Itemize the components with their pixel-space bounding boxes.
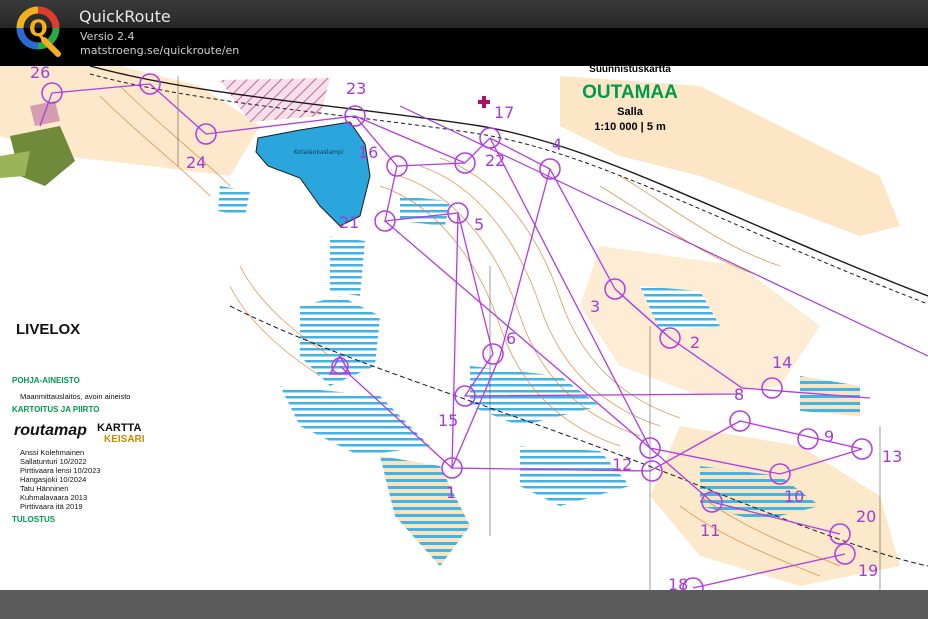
legend-credit: Sallatunturi 10/2022 [20, 457, 87, 466]
routamap-logo: routamap [14, 422, 87, 439]
app-version: Versio 2.4 [80, 30, 135, 43]
control-number: 5 [474, 215, 484, 234]
marsh-11 [330, 236, 365, 296]
control-number: 1 [446, 483, 456, 502]
control-number: 21 [339, 213, 359, 232]
control-number: 2 [690, 333, 700, 352]
legend-credit: Anssi Kolehmainen [20, 448, 85, 457]
map-scale: 1:10 000 | 5 m [594, 121, 666, 133]
legend-mapping-heading: KARTOITUS JA PIIRTO [12, 405, 100, 414]
marsh-8 [218, 186, 250, 216]
legend-base-heading: POHJA-AINEISTO [12, 376, 80, 385]
title-bar: Q QuickRoute Versio 2.4 matstroeng.se/qu… [0, 0, 928, 66]
map-canvas: 26 24 23 16 22 17 4 21 5 3 2 6 15 14 8 9… [0, 66, 928, 590]
control-number: 9 [824, 427, 834, 446]
control-number: 14 [772, 353, 792, 372]
control-number: 26 [30, 66, 50, 82]
control-number: 4 [552, 135, 562, 154]
app-title: QuickRoute [79, 7, 171, 26]
control-number: 24 [186, 153, 206, 172]
bottom-bar [0, 590, 928, 619]
control-number: 12 [612, 455, 632, 474]
control-number: 13 [882, 447, 902, 466]
control-number: 23 [346, 79, 366, 98]
map-title: OUTAMAA [582, 82, 678, 103]
control-number: 22 [485, 151, 505, 170]
legend-base-text: Maanmittauslaitos, avoin aineisto [20, 392, 131, 401]
control-number: 19 [858, 561, 878, 580]
control-number: 17 [494, 103, 514, 122]
legend-credit: Tatu Hänninen [20, 484, 69, 493]
app-url[interactable]: matstroeng.se/quickroute/en [80, 44, 239, 57]
lake-label: Kotalankaslampi [294, 149, 344, 156]
orienteering-map[interactable]: 26 24 23 16 22 17 4 21 5 3 2 6 15 14 8 9… [0, 66, 928, 590]
keisari-logo: KEISARI [104, 434, 145, 445]
map-area-name: Salla [617, 106, 643, 118]
legend-print-heading: TULOSTUS [12, 515, 56, 524]
control-number: 3 [590, 297, 600, 316]
legend-credit: Kuhmalavaara 2013 [20, 493, 88, 502]
quickroute-logo-icon: Q [16, 6, 61, 57]
control-number: 16 [358, 143, 378, 162]
legend-credit: Pirttivaara lensi 10/2023 [20, 466, 101, 475]
control-number: 8 [734, 385, 744, 404]
control-number: 18 [668, 575, 688, 590]
livelox-watermark: LIVELOX [16, 321, 81, 338]
control-number: 10 [784, 487, 804, 506]
control-number: 20 [856, 507, 876, 526]
legend-credit: Pirttivaara itä 2019 [20, 502, 83, 511]
map-header-top: Suunnistuskartta [589, 66, 671, 75]
control-number: 11 [700, 521, 720, 540]
legend-credit: Hangasjoki 10/2024 [20, 475, 87, 484]
control-number: 6 [506, 329, 516, 348]
kartta-logo: KARTTA [97, 422, 142, 434]
control-number: 15 [438, 411, 458, 430]
